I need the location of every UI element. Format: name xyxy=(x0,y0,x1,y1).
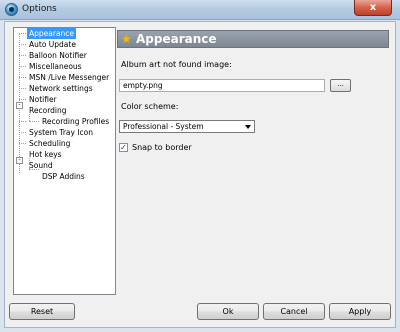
tree-item-sound[interactable]: Sound xyxy=(27,160,55,171)
snap-to-border-label: Snap to border xyxy=(132,143,192,152)
color-scheme-select[interactable]: Professional - System xyxy=(119,120,255,133)
browse-button[interactable]: ... xyxy=(330,79,351,92)
reset-button[interactable]: Reset xyxy=(9,303,75,320)
tree-item-appearance[interactable]: Appearance xyxy=(27,28,77,39)
page-title: Appearance xyxy=(136,32,217,46)
window-title: Options xyxy=(22,4,57,14)
tree-item-recording[interactable]: Recording xyxy=(27,105,69,116)
color-scheme-label: Color scheme: xyxy=(121,102,179,111)
close-button[interactable]: x xyxy=(354,0,392,16)
cancel-button[interactable]: Cancel xyxy=(263,303,325,320)
ok-button[interactable]: Ok xyxy=(197,303,259,320)
sound-collapse-expander[interactable]: - xyxy=(16,157,23,164)
tree-item-scheduling[interactable]: Scheduling xyxy=(27,138,72,149)
snap-to-border-checkbox[interactable]: ✓ xyxy=(119,143,128,152)
tree-item-hot-keys[interactable]: Hot keys xyxy=(27,149,64,160)
page-header: ★ Appearance xyxy=(117,30,389,48)
tree-item-notifier[interactable]: Notifier xyxy=(27,94,59,105)
tree-item-miscellaneous[interactable]: Miscellaneous xyxy=(27,61,84,72)
options-dialog-body: Appearance Auto Update Balloon Notifier … xyxy=(4,21,396,328)
tree-item-dsp-addins[interactable]: DSP Addins xyxy=(40,171,87,182)
title-bar[interactable]: Options x xyxy=(0,0,400,20)
recording-collapse-expander[interactable]: - xyxy=(16,102,23,109)
tree-item-recording-profiles[interactable]: Recording Profiles xyxy=(40,116,111,127)
tree-item-auto-update[interactable]: Auto Update xyxy=(27,39,78,50)
tree-item-network-settings[interactable]: Network settings xyxy=(27,83,95,94)
options-tree[interactable]: Appearance Auto Update Balloon Notifier … xyxy=(13,27,116,295)
apply-button[interactable]: Apply xyxy=(329,303,391,320)
tree-item-balloon-notifier[interactable]: Balloon Notifier xyxy=(27,50,89,61)
tree-item-system-tray-icon[interactable]: System Tray Icon xyxy=(27,127,95,138)
tree-item-msn-live-messenger[interactable]: MSN /Live Messenger xyxy=(27,72,111,83)
chevron-down-icon xyxy=(245,125,251,129)
album-art-label: Album art not found image: xyxy=(121,60,232,69)
album-art-input[interactable]: empty.png xyxy=(119,79,325,92)
app-globe-icon xyxy=(5,3,18,16)
color-scheme-value: Professional - System xyxy=(123,122,204,131)
star-icon: ★ xyxy=(121,32,132,46)
